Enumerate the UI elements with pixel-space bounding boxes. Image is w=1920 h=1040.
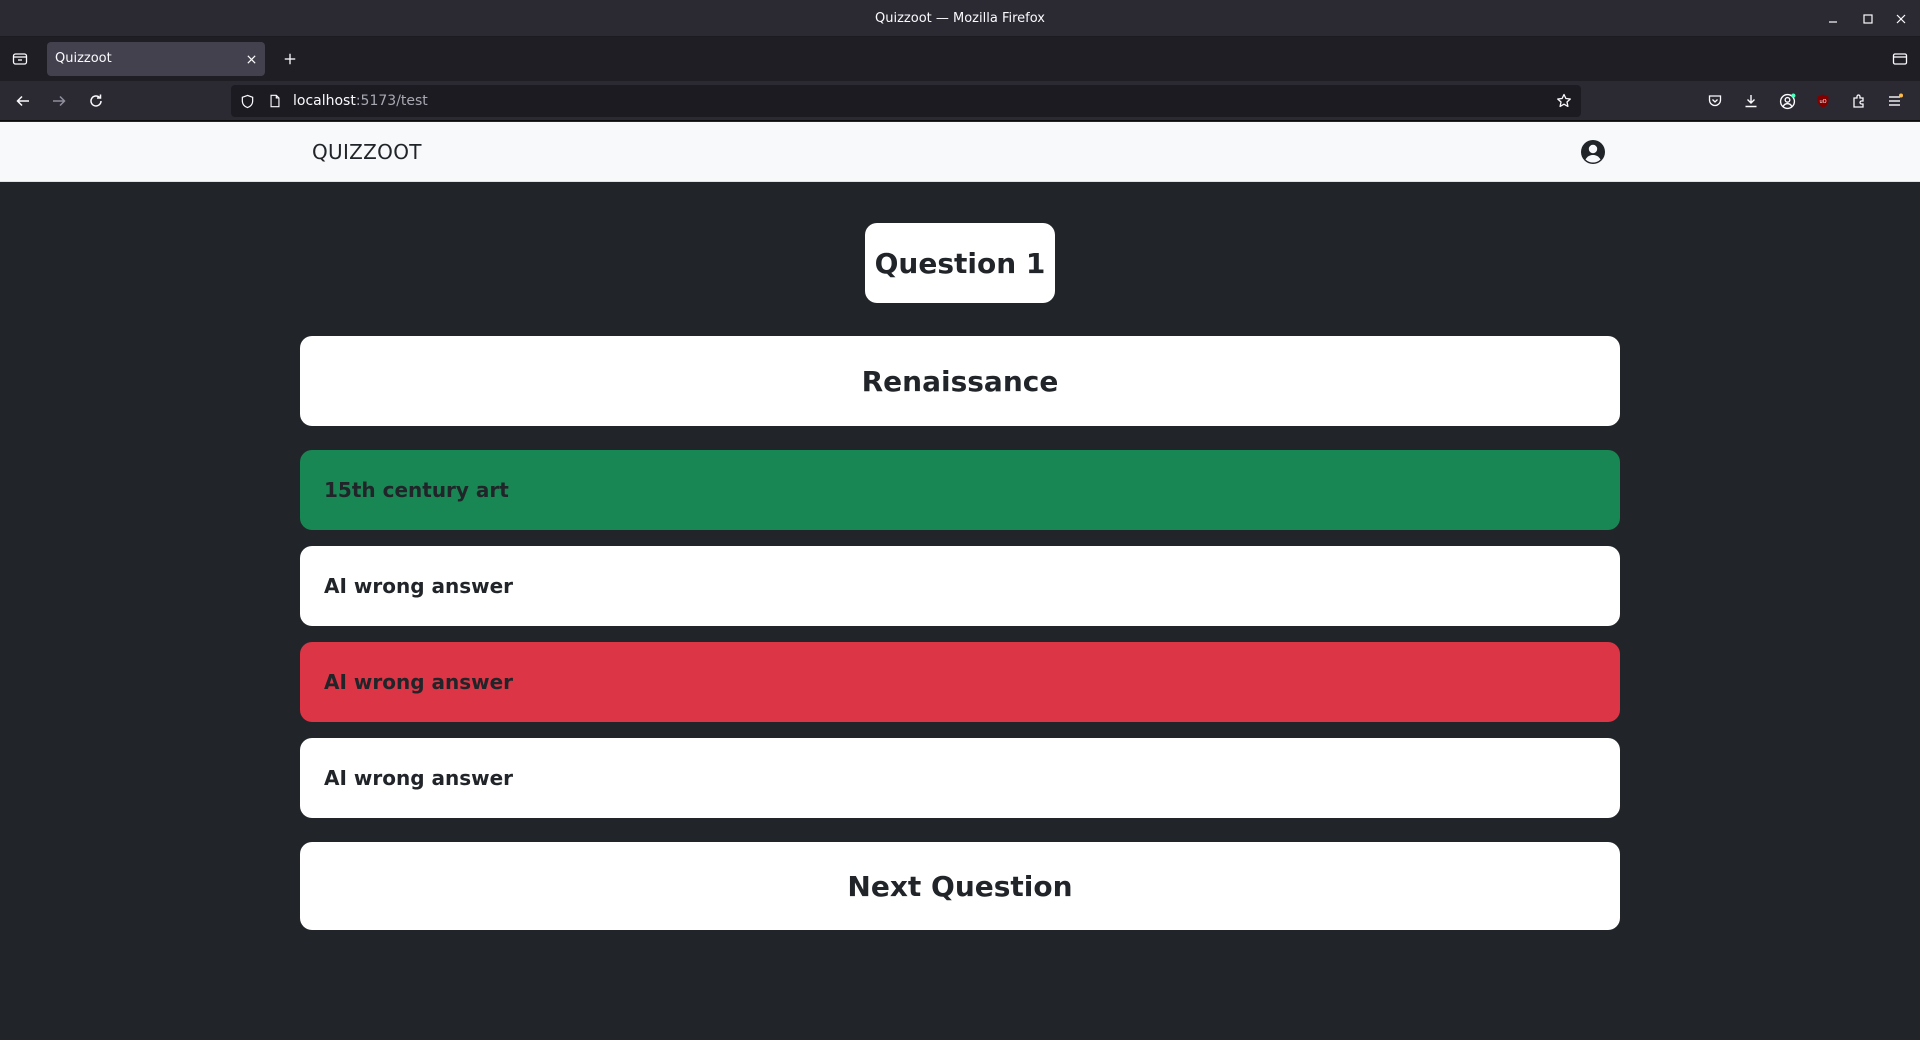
page-info-icon[interactable] xyxy=(267,93,283,109)
minimize-icon[interactable] xyxy=(1822,8,1844,30)
answer-option-1[interactable]: 15th century art xyxy=(300,450,1620,530)
brand-logo[interactable]: QUIZZOOT xyxy=(312,122,422,182)
close-tab-icon[interactable] xyxy=(243,51,259,67)
window-titlebar: Quizzoot — Mozilla Firefox xyxy=(0,0,1920,37)
nav-toolbar: localhost:5173/test uO xyxy=(0,81,1920,121)
back-icon[interactable] xyxy=(11,89,35,113)
reload-icon[interactable] xyxy=(84,89,108,113)
extensions-icon[interactable] xyxy=(1848,90,1870,112)
account-icon[interactable] xyxy=(1776,90,1798,112)
bookmark-star-icon[interactable] xyxy=(1555,92,1573,110)
answer-option-4[interactable]: AI wrong answer xyxy=(300,738,1620,818)
maximize-icon[interactable] xyxy=(1857,8,1879,30)
url-bar[interactable]: localhost:5173/test xyxy=(231,85,1581,117)
downloads-icon[interactable] xyxy=(1740,90,1762,112)
url-path: :5173/test xyxy=(355,93,428,109)
question-term: Renaissance xyxy=(300,336,1620,426)
pocket-icon[interactable] xyxy=(1704,90,1726,112)
ublock-origin-icon[interactable]: uO xyxy=(1812,90,1834,112)
list-tabs-icon[interactable] xyxy=(1890,49,1910,69)
url-host: localhost xyxy=(293,93,356,109)
menu-icon[interactable] xyxy=(1884,90,1906,112)
app-navbar: QUIZZOOT xyxy=(0,122,1920,182)
answer-option-2[interactable]: AI wrong answer xyxy=(300,546,1620,626)
question-number: Question 1 xyxy=(865,223,1055,303)
url-text[interactable]: localhost:5173/test xyxy=(293,85,428,117)
answer-option-3[interactable]: AI wrong answer xyxy=(300,642,1620,722)
user-avatar-icon[interactable] xyxy=(1580,139,1606,165)
new-tab-icon[interactable] xyxy=(280,49,300,69)
close-window-icon[interactable] xyxy=(1890,8,1912,30)
tab-bar: Quizzoot xyxy=(0,37,1920,81)
next-question-button[interactable]: Next Question xyxy=(300,842,1620,930)
forward-icon[interactable] xyxy=(47,89,71,113)
tab-label: Quizzoot xyxy=(55,51,112,66)
shield-icon[interactable] xyxy=(239,93,255,109)
tab-quizzoot[interactable]: Quizzoot xyxy=(47,42,265,76)
firefox-view-icon[interactable] xyxy=(10,49,30,69)
svg-text:uO: uO xyxy=(1819,99,1826,105)
window-title: Quizzoot — Mozilla Firefox xyxy=(875,11,1045,26)
